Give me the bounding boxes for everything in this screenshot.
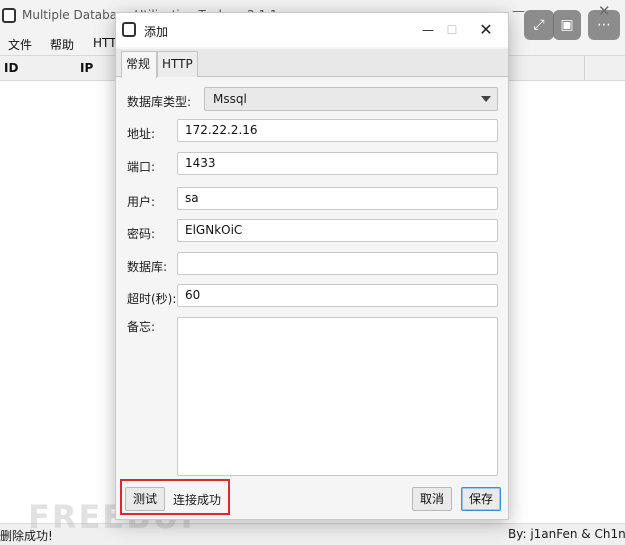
column-header-ip[interactable]: IP bbox=[80, 61, 93, 75]
chevron-down-icon bbox=[481, 96, 491, 102]
menu-http[interactable]: HTT bbox=[93, 36, 116, 50]
db-type-select[interactable]: Mssql bbox=[204, 87, 498, 111]
dialog-maximize-button: ☐ bbox=[446, 23, 458, 37]
port-field[interactable]: 1433 bbox=[177, 152, 498, 175]
cancel-button[interactable]: 取消 bbox=[412, 487, 452, 511]
dialog-title: 添加 bbox=[144, 25, 169, 39]
database-field[interactable] bbox=[177, 252, 498, 275]
database-label: 数据库: bbox=[127, 260, 168, 274]
connection-status: 连接成功 bbox=[173, 493, 222, 507]
menu-help[interactable]: 帮助 bbox=[50, 36, 74, 53]
dialog-close-button[interactable]: ✕ bbox=[472, 19, 500, 41]
address-label: 地址: bbox=[127, 127, 156, 141]
memo-textarea[interactable] bbox=[177, 317, 498, 476]
password-label: 密码: bbox=[127, 227, 156, 241]
column-header-id[interactable]: ID bbox=[4, 61, 18, 75]
password-field[interactable]: ElGNkOiC bbox=[177, 219, 498, 242]
ocr-icon[interactable]: ▣ bbox=[553, 10, 581, 40]
user-label: 用户: bbox=[127, 195, 156, 209]
menu-file[interactable]: 文件 bbox=[8, 36, 32, 53]
save-button[interactable]: 保存 bbox=[461, 487, 501, 511]
tab-http[interactable]: HTTP bbox=[157, 51, 198, 77]
timeout-field[interactable]: 60 bbox=[177, 284, 498, 307]
port-label: 端口: bbox=[127, 160, 156, 174]
column-divider bbox=[584, 56, 585, 80]
memo-label: 备忘: bbox=[127, 320, 156, 334]
db-type-value: Mssql bbox=[213, 92, 247, 106]
add-connection-dialog: 添加 — ☐ ✕ 常规 HTTP 数据库类型: Mssql 地址: 172.22… bbox=[115, 12, 509, 520]
dialog-app-icon bbox=[122, 22, 136, 37]
test-button[interactable]: 测试 bbox=[125, 487, 165, 511]
db-type-label: 数据库类型: bbox=[127, 95, 192, 109]
author-credit: By: j1anFen & Ch1ng bbox=[508, 527, 625, 541]
tab-general[interactable]: 常规 bbox=[121, 51, 157, 78]
timeout-label: 超时(秒): bbox=[127, 292, 177, 306]
user-field[interactable]: sa bbox=[177, 187, 498, 210]
more-icon[interactable]: ⋯ bbox=[588, 10, 620, 40]
address-field[interactable]: 172.22.2.16 bbox=[177, 119, 498, 142]
app-icon bbox=[2, 8, 16, 23]
expand-icon[interactable]: ⤢ bbox=[524, 10, 554, 40]
